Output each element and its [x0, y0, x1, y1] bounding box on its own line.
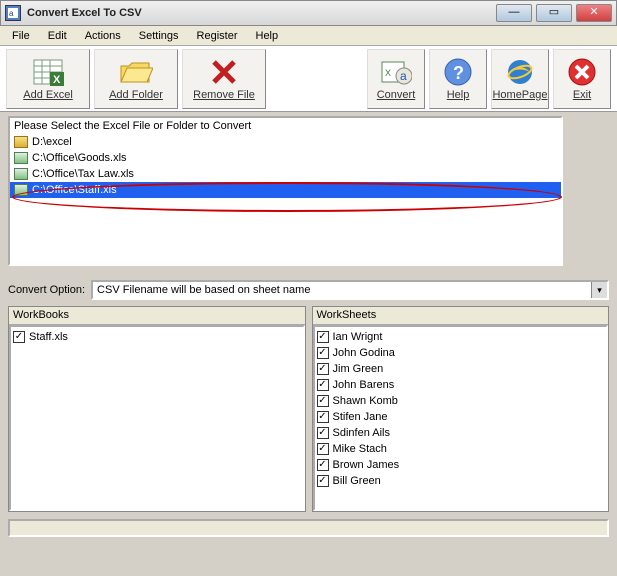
close-button[interactable]: ✕: [576, 4, 612, 22]
statusbar: [8, 519, 609, 537]
workbooks-panel: WorkBooks ✓ Staff.xls: [8, 306, 306, 512]
convert-button[interactable]: Xa Convert: [367, 49, 425, 109]
file-entry[interactable]: C:\Office\Goods.xls: [10, 150, 561, 166]
file-entry-path: C:\Office\Tax Law.xls: [32, 168, 134, 180]
list-item-label: John Godina: [333, 347, 395, 359]
ie-icon: [503, 57, 537, 87]
minimize-button[interactable]: —: [496, 4, 532, 22]
list-item-label: Stifen Jane: [333, 411, 388, 423]
list-item-label: Bill Green: [333, 475, 381, 487]
folder-icon: [119, 57, 153, 87]
exit-icon: [565, 57, 599, 87]
add-excel-button[interactable]: X Add Excel: [6, 49, 90, 109]
list-item[interactable]: ✓ Brown James: [317, 457, 605, 473]
menu-help[interactable]: Help: [248, 28, 287, 44]
menu-register[interactable]: Register: [189, 28, 246, 44]
checkbox[interactable]: ✓: [317, 363, 329, 375]
worksheets-list[interactable]: ✓ Ian Wrignt ✓ John Godina ✓ Jim Green ✓ John B…: [313, 325, 609, 511]
list-item-label: Mike Stach: [333, 443, 387, 455]
menu-settings[interactable]: Settings: [131, 28, 187, 44]
list-item[interactable]: ✓ Staff.xls: [13, 329, 301, 345]
svg-text:?: ?: [453, 63, 464, 83]
list-item-label: Brown James: [333, 459, 400, 471]
convert-option-value: CSV Filename will be based on sheet name: [97, 284, 310, 296]
file-entry-path: C:\Office\Goods.xls: [32, 152, 127, 164]
list-item-label: Jim Green: [333, 363, 384, 375]
workbooks-list[interactable]: ✓ Staff.xls: [9, 325, 305, 511]
checkbox[interactable]: ✓: [317, 411, 329, 423]
list-item[interactable]: ✓ John Barens: [317, 377, 605, 393]
workbooks-header: WorkBooks: [9, 307, 305, 325]
checkbox[interactable]: ✓: [317, 395, 329, 407]
titlebar: a Convert Excel To CSV — ▭ ✕: [0, 0, 617, 26]
list-item-label: John Barens: [333, 379, 395, 391]
maximize-button[interactable]: ▭: [536, 4, 572, 22]
homepage-button[interactable]: HomePage: [491, 49, 549, 109]
list-item[interactable]: ✓ Mike Stach: [317, 441, 605, 457]
svg-text:a: a: [400, 69, 407, 83]
file-entry-path: D:\excel: [32, 136, 72, 148]
convert-option-combo[interactable]: CSV Filename will be based on sheet name…: [91, 280, 609, 300]
svg-text:a: a: [9, 9, 14, 18]
menu-file[interactable]: File: [4, 28, 38, 44]
list-item-label: Staff.xls: [29, 331, 68, 343]
list-item[interactable]: ✓ John Godina: [317, 345, 605, 361]
toolbar: X Add Excel Add Folder Remove File Xa Co…: [0, 46, 617, 112]
list-item[interactable]: ✓ Shawn Komb: [317, 393, 605, 409]
list-item[interactable]: ✓ Bill Green: [317, 473, 605, 489]
excel-file-icon: [14, 152, 28, 164]
convert-icon: Xa: [379, 57, 413, 87]
checkbox[interactable]: ✓: [317, 475, 329, 487]
remove-icon: [207, 57, 241, 87]
checkbox[interactable]: ✓: [317, 459, 329, 471]
convert-option-label: Convert Option:: [8, 284, 85, 296]
file-entry[interactable]: C:\Office\Tax Law.xls: [10, 166, 561, 182]
checkbox[interactable]: ✓: [317, 427, 329, 439]
file-list[interactable]: Please Select the Excel File or Folder t…: [8, 116, 563, 266]
folder-icon: [14, 136, 28, 148]
worksheets-panel: WorkSheets ✓ Ian Wrignt ✓ John Godina ✓ Jim G…: [312, 306, 610, 512]
excel-file-icon: [14, 184, 28, 196]
help-button[interactable]: ? Help: [429, 49, 487, 109]
file-entry[interactable]: D:\excel: [10, 134, 561, 150]
list-item-label: Shawn Komb: [333, 395, 398, 407]
checkbox[interactable]: ✓: [13, 331, 25, 343]
menubar: File Edit Actions Settings Register Help: [0, 26, 617, 46]
checkbox[interactable]: ✓: [317, 379, 329, 391]
list-item[interactable]: ✓ Sdinfen Ails: [317, 425, 605, 441]
file-list-header: Please Select the Excel File or Folder t…: [10, 118, 561, 134]
add-folder-button[interactable]: Add Folder: [94, 49, 178, 109]
list-item[interactable]: ✓ Stifen Jane: [317, 409, 605, 425]
excel-file-icon: [14, 168, 28, 180]
list-item[interactable]: ✓ Ian Wrignt: [317, 329, 605, 345]
exit-button[interactable]: Exit: [553, 49, 611, 109]
chevron-down-icon: ▾: [591, 282, 607, 298]
file-entry[interactable]: C:\Office\Staff.xls: [10, 182, 561, 198]
worksheets-header: WorkSheets: [313, 307, 609, 325]
menu-actions[interactable]: Actions: [77, 28, 129, 44]
remove-file-button[interactable]: Remove File: [182, 49, 266, 109]
list-item-label: Ian Wrignt: [333, 331, 383, 343]
checkbox[interactable]: ✓: [317, 443, 329, 455]
checkbox[interactable]: ✓: [317, 331, 329, 343]
svg-text:X: X: [385, 68, 391, 78]
excel-icon: X: [31, 57, 65, 87]
file-entry-path: C:\Office\Staff.xls: [32, 184, 117, 196]
menu-edit[interactable]: Edit: [40, 28, 75, 44]
app-icon: a: [5, 5, 21, 21]
checkbox[interactable]: ✓: [317, 347, 329, 359]
help-icon: ?: [441, 57, 475, 87]
list-item-label: Sdinfen Ails: [333, 427, 390, 439]
list-item[interactable]: ✓ Jim Green: [317, 361, 605, 377]
svg-text:X: X: [53, 74, 61, 86]
window-title: Convert Excel To CSV: [27, 7, 496, 19]
